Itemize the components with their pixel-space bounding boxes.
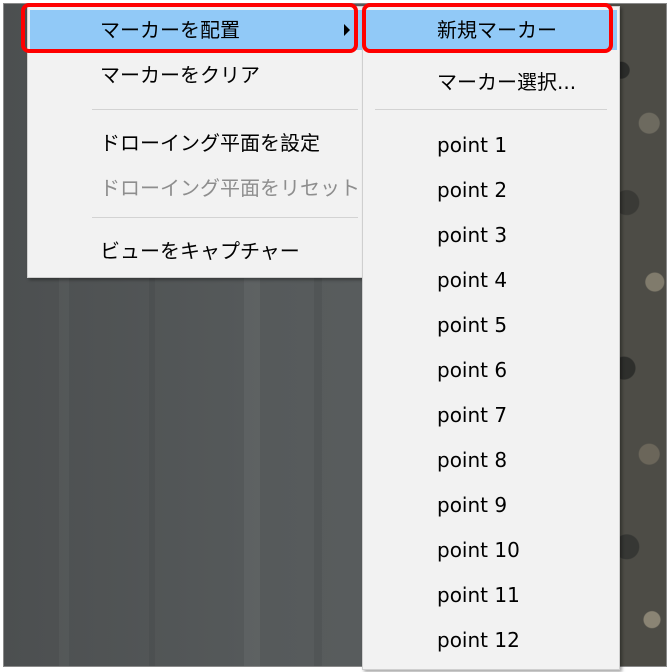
menu-separator bbox=[375, 109, 607, 110]
menu-item-label: マーカーをクリア bbox=[100, 63, 260, 87]
highlight-callout-new-marker bbox=[362, 3, 613, 53]
menu-separator bbox=[92, 217, 358, 218]
menu-item-reset-drawing-plane[interactable]: ドローイング平面をリセット bbox=[30, 168, 364, 208]
menu-item-label: point 2 bbox=[437, 178, 508, 202]
submenu-item-point[interactable]: point 11 bbox=[365, 575, 617, 615]
submenu-item-point[interactable]: point 2 bbox=[365, 170, 617, 210]
submenu-item-point[interactable]: point 9 bbox=[365, 485, 617, 525]
submenu-item-point[interactable]: point 5 bbox=[365, 305, 617, 345]
menu-item-label: point 6 bbox=[437, 358, 508, 382]
menu-item-label: point 4 bbox=[437, 268, 508, 292]
submenu-item-point[interactable]: point 12 bbox=[365, 620, 617, 660]
menu-item-capture-view[interactable]: ビューをキャプチャー bbox=[30, 231, 364, 271]
menu-item-label: point 7 bbox=[437, 403, 508, 427]
menu-item-label: マーカー選択... bbox=[437, 70, 577, 94]
menu-item-label: point 1 bbox=[437, 133, 508, 157]
submenu-item-point[interactable]: point 6 bbox=[365, 350, 617, 390]
menu-item-label: point 10 bbox=[437, 538, 520, 562]
submenu-item-point[interactable]: point 10 bbox=[365, 530, 617, 570]
submenu-item-select-marker[interactable]: マーカー選択... bbox=[365, 62, 617, 102]
menu-item-label: ビューをキャプチャー bbox=[100, 239, 300, 263]
submenu-place-marker: 新規マーカー マーカー選択... point 1 point 2 point 3… bbox=[362, 6, 620, 670]
menu-item-label: point 3 bbox=[437, 223, 508, 247]
menu-separator bbox=[92, 109, 358, 110]
menu-item-label: point 12 bbox=[437, 628, 520, 652]
menu-item-label: point 11 bbox=[437, 583, 520, 607]
menu-item-label: point 5 bbox=[437, 313, 508, 337]
menu-item-set-drawing-plane[interactable]: ドローイング平面を設定 bbox=[30, 123, 364, 163]
submenu-item-point[interactable]: point 4 bbox=[365, 260, 617, 300]
menu-item-label: point 9 bbox=[437, 493, 508, 517]
submenu-item-point[interactable]: point 3 bbox=[365, 215, 617, 255]
highlight-callout-place-marker bbox=[21, 3, 358, 53]
submenu-item-point[interactable]: point 1 bbox=[365, 125, 617, 165]
menu-item-label: ドローイング平面を設定 bbox=[100, 131, 320, 155]
menu-item-label: ドローイング平面をリセット bbox=[100, 176, 360, 200]
submenu-item-point[interactable]: point 7 bbox=[365, 395, 617, 435]
menu-item-label: point 8 bbox=[437, 448, 508, 472]
menu-item-clear-markers[interactable]: マーカーをクリア bbox=[30, 55, 364, 95]
submenu-item-point[interactable]: point 8 bbox=[365, 440, 617, 480]
